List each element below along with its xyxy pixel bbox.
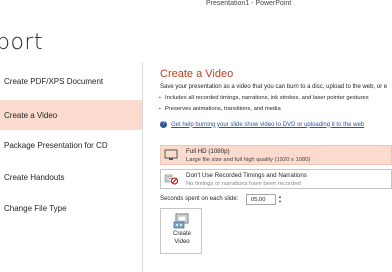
nav-item-label: Create PDF/XPS Document	[4, 76, 104, 86]
create-button-line1: Create	[172, 231, 191, 237]
bullet-item: Preserves animations, transitions, and m…	[159, 106, 281, 112]
monitor-icon	[164, 149, 178, 160]
section-description: Save your presentation as a video that y…	[160, 84, 388, 90]
nav-item-create-pdf[interactable]: Create PDF/XPS Document	[0, 66, 142, 96]
quality-detail: Large file size and full high quality (1…	[186, 157, 311, 163]
help-link[interactable]: ? Get help burning your slide show video…	[160, 121, 364, 128]
quality-dropdown[interactable]: Full HD (1080p) Large file size and full…	[160, 145, 392, 165]
spin-down-icon[interactable]: ▼	[277, 199, 283, 204]
no-narration-icon	[164, 174, 178, 185]
help-icon: ?	[160, 121, 167, 128]
backstage-nav: Create PDF/XPS Document Create a Video P…	[0, 66, 142, 272]
quality-label: Full HD (1080p)	[186, 148, 230, 155]
nav-item-create-video[interactable]: Create a Video	[0, 100, 142, 130]
nav-item-label: Change File Type	[4, 203, 67, 213]
nav-item-label: Create a Video	[4, 110, 58, 120]
nav-item-create-handouts[interactable]: Create Handouts	[0, 162, 142, 192]
bullet-item: Includes all recorded timings, narration…	[159, 95, 369, 101]
help-link-text: Get help burning your slide show video t…	[171, 121, 365, 128]
timings-label: Don't Use Recorded Timings and Narration…	[186, 172, 307, 179]
seconds-label: Seconds spent on each slide:	[160, 196, 239, 202]
seconds-spinner[interactable]: ▲ ▼	[277, 194, 283, 205]
section-title: Create a Video	[160, 68, 234, 80]
timings-dropdown[interactable]: Don't Use Recorded Timings and Narration…	[160, 169, 392, 189]
nav-item-change-file-type[interactable]: Change File Type	[0, 193, 142, 223]
title-bar: Presentation1 - PowerPoint	[0, 0, 392, 16]
timings-detail: No timings or narrations have been recor…	[186, 181, 301, 187]
create-button-line2: Video	[174, 239, 190, 245]
nav-item-label: Package Presentation for CD	[4, 140, 108, 150]
nav-item-package-cd[interactable]: Package Presentation for CD	[0, 130, 142, 160]
nav-item-label: Create Handouts	[4, 172, 65, 182]
create-video-icon	[173, 213, 189, 229]
page-heading: port	[0, 30, 44, 55]
create-video-button[interactable]: Create Video	[160, 208, 202, 254]
seconds-input[interactable]	[246, 194, 276, 205]
window-title: Presentation1 - PowerPoint	[206, 0, 292, 7]
